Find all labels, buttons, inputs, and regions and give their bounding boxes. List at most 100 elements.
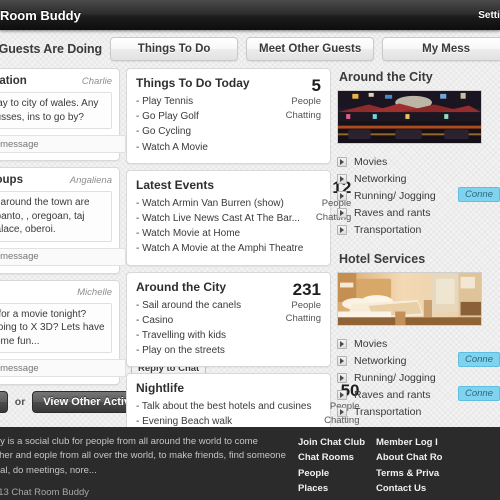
footer-link-join-chat-club[interactable]: Join Chat Club [298,435,376,450]
play-checkbox-icon[interactable] [337,207,347,218]
activity-card-things-to-do-today[interactable]: Things To Do Today - Play Tennis - Go Pl… [126,68,331,164]
chat-card: groups Angaliena st around the town are … [0,167,207,274]
footer-link-contact-us[interactable]: Contact Us [376,481,454,496]
activity-card-latest-events[interactable]: Latest Events - Watch Armin Van Burren (… [126,169,351,266]
sidebar-option-label: Transportation [354,223,422,236]
chat-message-input[interactable] [0,247,126,266]
chat-reply-row: Reply to Chat [0,359,207,377]
sidebar-option-running-jogging[interactable]: Running/ Jogging Conne [337,187,500,204]
chat-topic: groups [0,174,23,186]
connect-button[interactable]: Conne [458,386,500,401]
activity-card-around-the-city[interactable]: Around the City - Sail around the canels… [126,271,331,368]
play-checkbox-icon[interactable] [337,372,347,383]
footer-about-block: Buddy is a social club for people from a… [0,435,298,500]
activity-card-body: Things To Do Today - Play Tennis - Go Pl… [136,76,273,155]
page-title: ther Guests Are Doing [0,42,103,56]
sidebar-option-networking[interactable]: Networking [337,170,482,187]
footer-copyright: © 2013 Chat Room Buddy [0,487,288,498]
activity-item-list: - Watch Armin Van Burren (show) - Watch … [136,196,303,257]
tab-meet-other-guests[interactable]: Meet Other Guests [246,37,375,61]
sidebar-option-raves-and-rants[interactable]: Raves and rants Conne [337,386,500,403]
primary-action-button[interactable]: ts [0,391,8,413]
chat-reply-row: Reply to Chat [0,247,207,266]
chat-message-input[interactable] [0,359,126,377]
play-checkbox-icon[interactable] [337,355,347,366]
footer-link-about[interactable]: About Chat Ro [376,450,454,465]
play-checkbox-icon[interactable] [337,156,347,167]
people-chatting-label-line1: People [291,96,321,107]
footer-link-blog[interactable]: Blog [376,497,454,500]
activity-item: - Go Play Golf [136,111,199,123]
chat-card-header: groups Angaliena [0,174,112,186]
tab-things-to-do[interactable]: Things To Do [110,37,239,61]
footer-links-column-2: Member Log I About Chat Ro Terms & Priva… [376,435,454,500]
activity-item: - Play on the streets [136,345,225,357]
sidebar-option-list: Movies Networking Conne Running/ Jogging… [337,335,500,420]
people-chatting-count: 231 [292,279,321,299]
activity-item: - Travelling with kids [136,329,227,341]
sidebar-option-movies[interactable]: Movies [337,335,482,352]
footer-link-terms-privacy[interactable]: Terms & Priva [376,466,454,481]
people-chatting-label-line1: People [291,299,321,311]
people-chatting-label-line2: Chatting [285,109,321,121]
footer-link-member-login[interactable]: Member Log I [376,435,454,450]
sidebar-option-label: Transportation [354,405,422,418]
sidebar-option-running-jogging[interactable]: Running/ Jogging [337,369,482,386]
play-checkbox-icon[interactable] [337,173,347,184]
chat-card: Michelle e for a movie tonight? Going to… [0,279,207,385]
activity-item: - Play Tennis [136,96,194,107]
nav-row: ther Guests Are Doing Things To Do Meet … [0,30,500,68]
chat-column: ortation Charlie way to city of wales. A… [0,68,207,413]
sidebar-option-label: Networking [354,172,407,185]
footer-link-places[interactable]: Places [298,481,376,496]
chat-username: Charlie [81,76,112,87]
activity-card-title: Around the City [136,279,226,294]
sidebar-option-movies[interactable]: Movies [337,153,482,170]
tab-my-messages[interactable]: My Mess [382,37,500,61]
footer-link-chat-rooms[interactable]: Chat Rooms [298,450,376,465]
chat-message-input[interactable] [0,135,126,153]
activity-card-title: Latest Events [136,177,215,192]
play-checkbox-icon[interactable] [337,224,347,235]
people-chatting-label-line2: Chatting [285,313,321,325]
sidebar-option-label: Networking [354,354,407,367]
play-checkbox-icon[interactable] [337,338,347,349]
chat-username: Michelle [77,286,112,298]
activity-item: - Watch A Movie at the Amphi Theatre [136,243,304,255]
play-checkbox-icon[interactable] [337,406,347,417]
sidebar-option-transportation[interactable]: Transportation [337,403,482,420]
sidebar-section-around-the-city: Around the City Movies Networking Runnin… [337,70,500,238]
play-checkbox-icon[interactable] [337,190,347,201]
play-checkbox-icon[interactable] [337,389,347,400]
footer-link-people[interactable]: People [298,466,376,481]
sidebar-section-title: Around the City [339,70,433,84]
sidebar-option-networking[interactable]: Networking Conne [337,352,500,369]
footer-about-text: Buddy is a social club for people from a… [0,436,286,476]
main-content: ortation Charlie way to city of wales. A… [0,68,500,469]
footer-links-column-1: Join Chat Club Chat Rooms People Places … [298,435,376,500]
chat-message-text: way to city of wales. Any busses, ins to… [0,92,112,129]
activity-item: - Casino [136,314,174,326]
sidebar-option-label: Raves and rants [354,206,431,219]
left-action-row: ts or View Other Activities [0,391,164,413]
chat-reply-row: Reply to Chat [0,135,207,153]
footer-link-topics[interactable]: Topics [298,497,376,500]
connect-button[interactable]: Conne [458,352,500,367]
app-brand-title: t Room Buddy [0,7,81,23]
sidebar-option-transportation[interactable]: Transportation [337,221,482,238]
activity-item-list: - Play Tennis - Go Play Golf - Go Cyclin… [136,94,273,155]
activity-card-stats: 231 People Chatting [273,280,321,359]
activity-item: - Go Cycling [136,126,192,138]
settings-link[interactable]: Settin [478,10,500,21]
connect-button[interactable]: Conne [458,187,500,202]
activity-item: - Watch Live News Cast At The Bar... [136,212,300,224]
sidebar-option-raves-and-rants[interactable]: Raves and rants [337,204,482,221]
chat-message-text: st around the town are obanto, , oregoan… [0,191,112,242]
activity-item: - Watch A Movie [136,141,208,153]
activity-card-body: Latest Events - Watch Armin Van Burren (… [136,178,303,257]
sidebar-section-title: Hotel Services [339,252,426,266]
page-footer: Buddy is a social club for people from a… [0,427,500,500]
activity-card-body: Around the City - Sail around the canels… [136,280,273,359]
activity-card-title: Things To Do Today [136,76,250,90]
hotel-room-photo-image [337,272,482,326]
